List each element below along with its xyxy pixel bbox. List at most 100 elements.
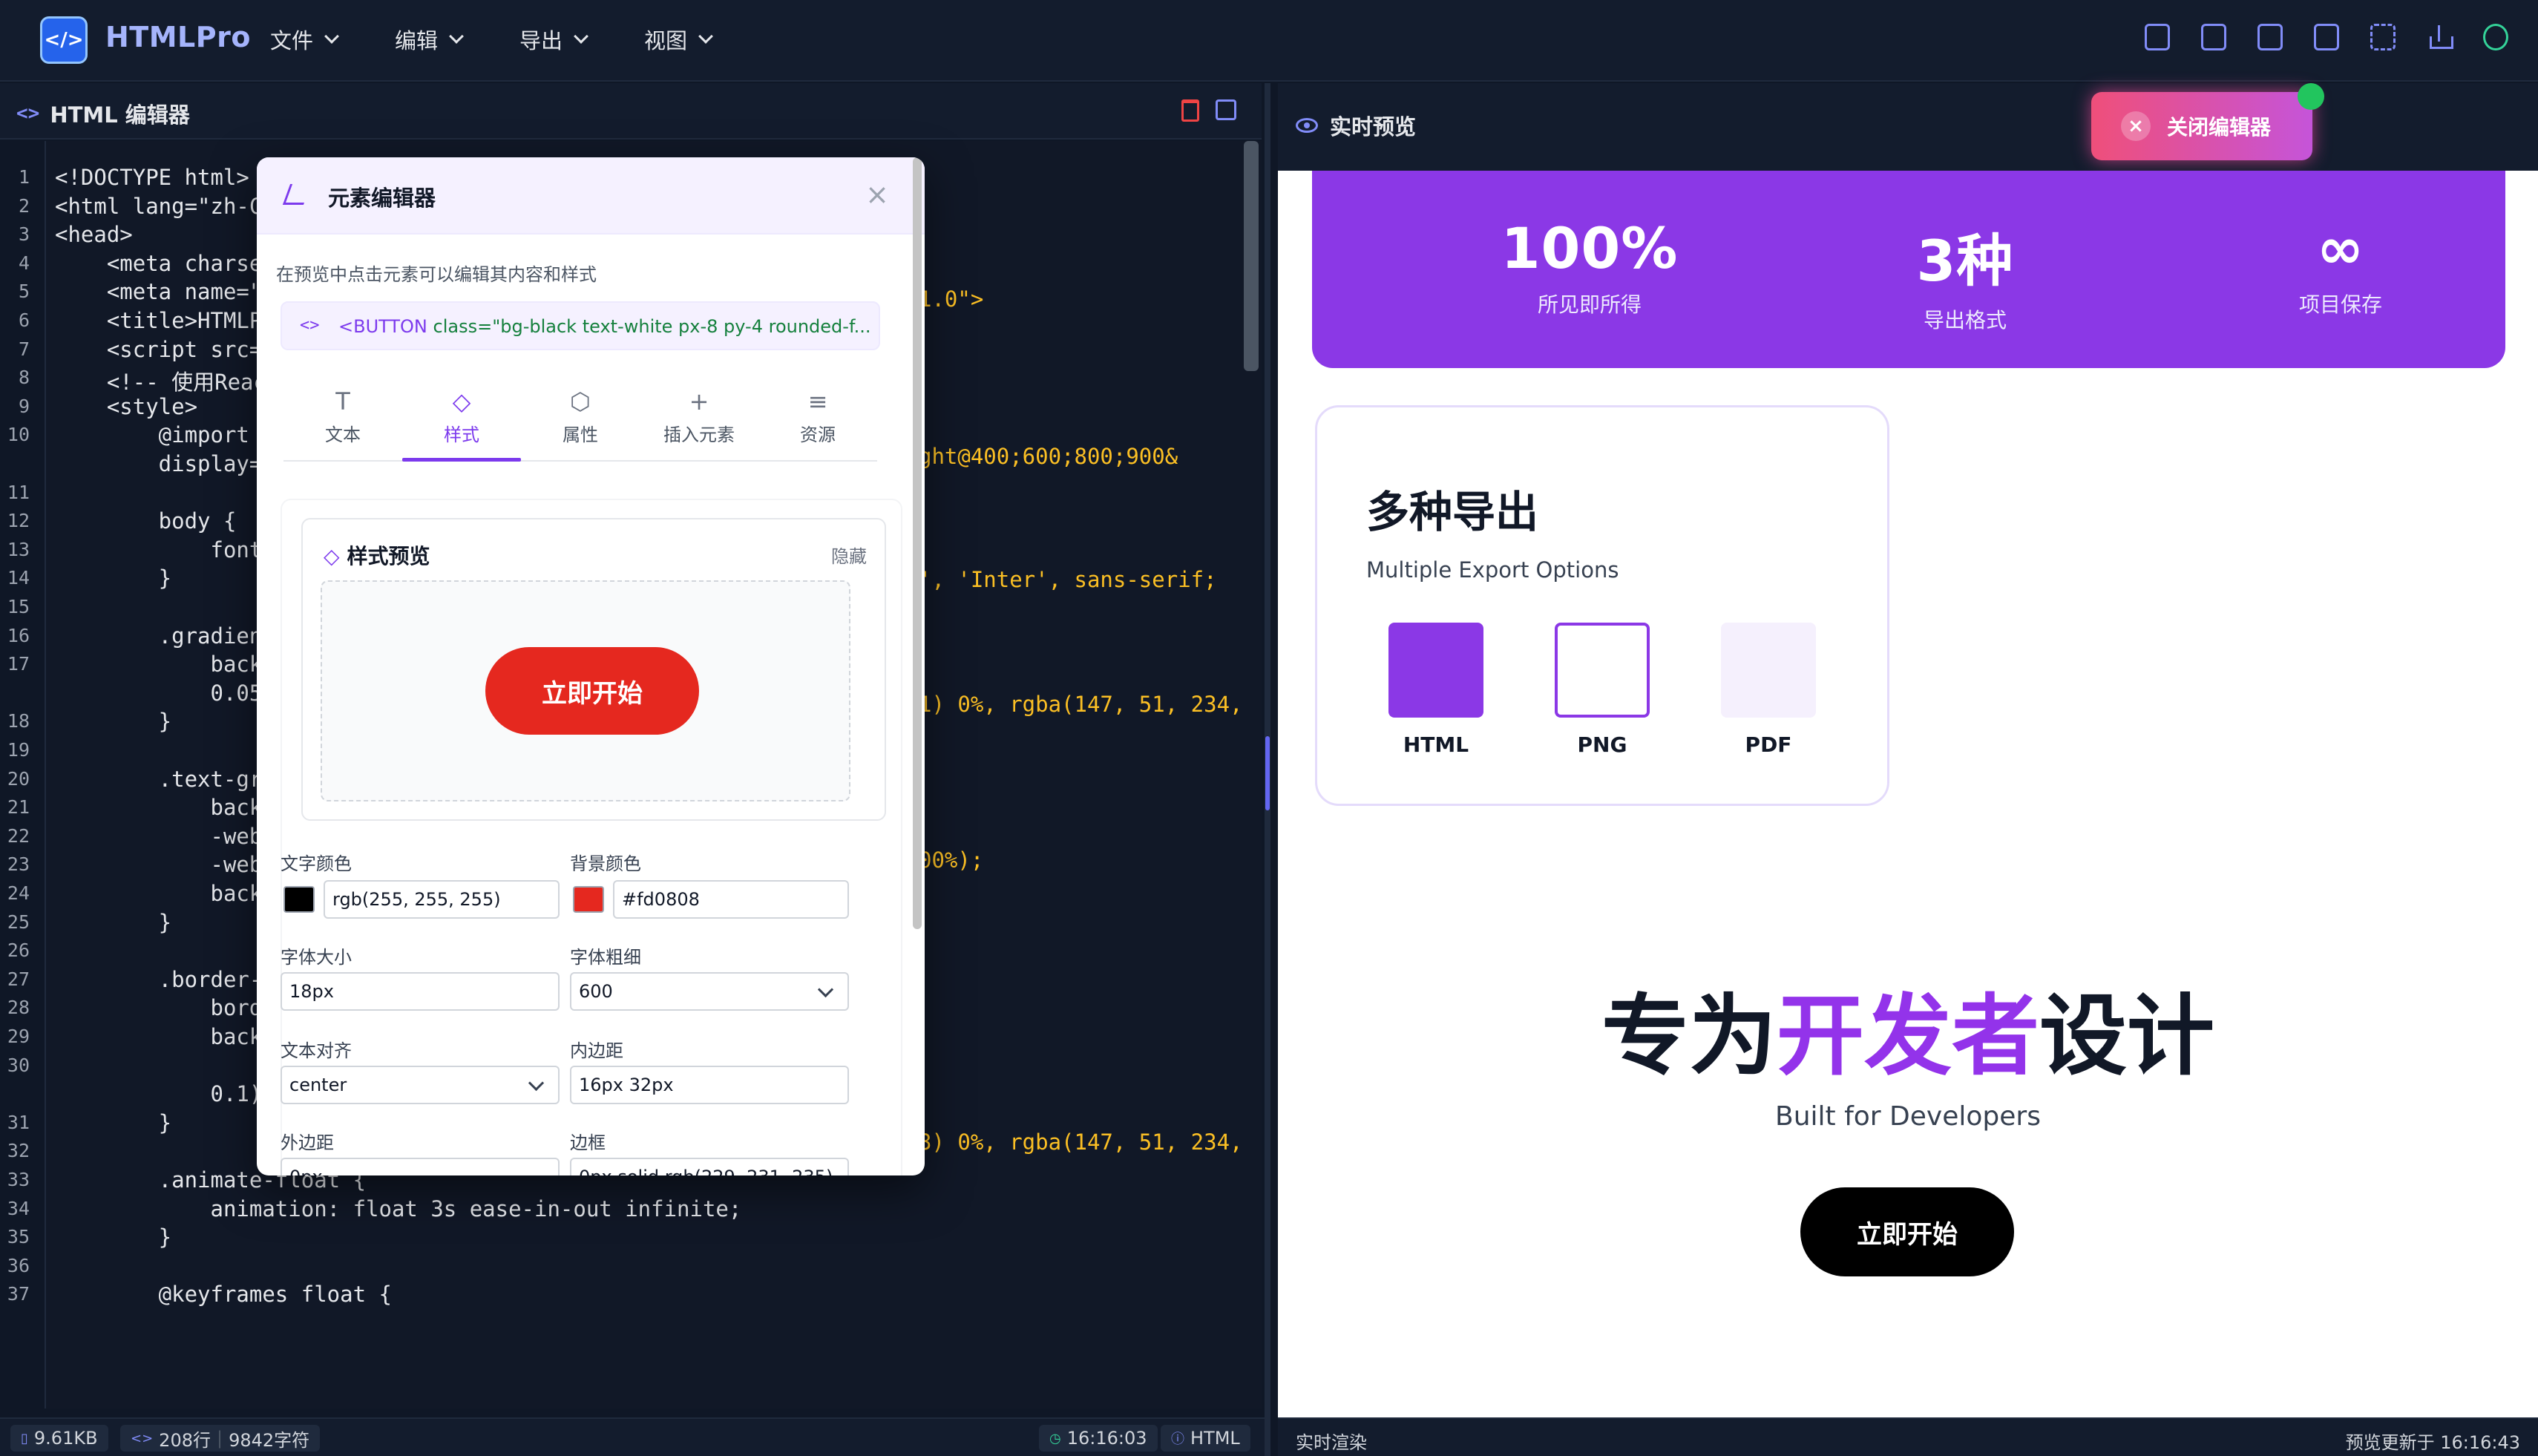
app-brand[interactable]: HTMLPro: [105, 21, 251, 53]
upload-icon[interactable]: [2427, 24, 2453, 50]
bg-color-input[interactable]: #fd0808: [613, 880, 849, 919]
export-card-subtitle[interactable]: Multiple Export Options: [1366, 557, 1619, 583]
code-icon: <>: [131, 1430, 154, 1446]
pane-divider[interactable]: [1265, 83, 1270, 1456]
tab-text[interactable]: T 文本: [283, 387, 402, 460]
stat-value: 100%: [1501, 215, 1679, 281]
text-color-input[interactable]: rgb(255, 255, 255): [324, 880, 560, 919]
file-size: 9.61KB: [33, 1428, 98, 1449]
text-align-select[interactable]: center: [281, 1066, 560, 1104]
border-input[interactable]: 0px solid rgb(229, 231, 235): [570, 1158, 849, 1175]
selected-element-breadcrumb[interactable]: <> <BUTTON class="bg-black text-white px…: [281, 301, 880, 350]
line-number: 24: [7, 882, 30, 904]
drop-icon: ◇: [324, 544, 340, 568]
chevron-down-icon: [449, 29, 464, 44]
tab-attributes[interactable]: ⬡ 属性: [521, 387, 640, 460]
stat-item[interactable]: 100% 所见即所得: [1478, 215, 1701, 318]
tab-text-label: 文本: [325, 424, 361, 445]
top-bar: </> HTMLPro 文件 编辑 导出 视图: [0, 0, 2538, 82]
stat-item[interactable]: 3种 导出格式: [1854, 215, 2076, 334]
line-number: 26: [7, 939, 30, 962]
language: HTML: [1190, 1428, 1240, 1449]
line-number: 4: [18, 252, 30, 274]
format-html[interactable]: HTML: [1388, 623, 1483, 757]
tab-resources[interactable]: ≡ 资源: [758, 387, 877, 460]
line-number: 9: [18, 395, 30, 417]
app-logo-icon[interactable]: </>: [40, 16, 88, 64]
bg-color-label: 背景颜色: [570, 853, 641, 874]
char-count: 9842字符: [229, 1429, 310, 1451]
code-line: <meta name=": [55, 279, 263, 305]
line-number: 14: [7, 567, 30, 589]
padding-input[interactable]: 16px 32px: [570, 1066, 849, 1104]
element-editor-header: 元素编辑器 ×: [257, 157, 925, 235]
text-align-value: center: [289, 1075, 347, 1095]
code-line: -web: [55, 852, 263, 878]
fullscreen-icon[interactable]: [2370, 24, 2396, 50]
line-number: 19: [7, 739, 30, 761]
export-card-title[interactable]: 多种导出: [1366, 477, 1538, 540]
panel-scrollbar[interactable]: [913, 157, 922, 929]
print-icon[interactable]: [2314, 24, 2339, 50]
font-weight-select[interactable]: 600: [570, 972, 849, 1011]
code-line: <style>: [55, 393, 198, 419]
start-now-button[interactable]: 立即开始: [1800, 1187, 2014, 1276]
time-badge: ◷ 16:16:03: [1039, 1425, 1158, 1452]
hero-title[interactable]: 专为开发者设计: [1278, 965, 2538, 1092]
editor-title-label: HTML 编辑器: [50, 102, 190, 128]
format-png-swatch: [1555, 623, 1650, 718]
code-line: animation: float 3s ease-in-out infinite…: [55, 1196, 742, 1221]
save-icon[interactable]: [2145, 24, 2170, 50]
bg-color-swatch[interactable]: [573, 886, 604, 913]
text-color-swatch[interactable]: [283, 886, 315, 913]
menu-edit[interactable]: 编辑: [395, 24, 464, 55]
menu-view[interactable]: 视图: [644, 24, 713, 55]
code-fragment: ', 'Inter', sans-serif;: [919, 567, 1217, 592]
line-number: 12: [7, 510, 30, 532]
drop-icon: ◇: [452, 387, 471, 416]
copy-icon[interactable]: [1216, 99, 1236, 120]
tab-style-label: 样式: [444, 424, 479, 445]
toolbar-icons: [2145, 24, 2508, 50]
code-line: back: [55, 1024, 263, 1049]
format-pdf[interactable]: PDF: [1721, 623, 1816, 757]
preview-start-button[interactable]: 立即开始: [485, 647, 699, 735]
stat-item[interactable]: ∞ 项目保存: [2229, 215, 2452, 318]
image-icon[interactable]: [2201, 24, 2226, 50]
menu-file[interactable]: 文件: [270, 24, 339, 55]
margin-input[interactable]: 0px: [281, 1158, 560, 1175]
stats-banner[interactable]: 100% 所见即所得 3种 导出格式 ∞ 项目保存: [1312, 171, 2505, 368]
line-number: 23: [7, 853, 30, 876]
close-icon[interactable]: ×: [865, 178, 889, 211]
chevron-down-icon: [698, 29, 713, 44]
tab-resources-label: 资源: [800, 424, 836, 445]
export-options-card[interactable]: 多种导出 Multiple Export Options HTML PNG PD…: [1315, 405, 1889, 806]
menu-export[interactable]: 导出: [519, 24, 588, 55]
line-number: 28: [7, 997, 30, 1019]
divider-handle[interactable]: [1265, 736, 1270, 810]
editor-title: <> HTML 编辑器: [16, 98, 190, 129]
trash-icon[interactable]: [1181, 99, 1199, 122]
padding-label: 内边距: [570, 1040, 623, 1061]
font-size-input[interactable]: 18px: [281, 972, 560, 1011]
code-scrollbar[interactable]: [1244, 141, 1259, 371]
line-number: 30: [7, 1054, 30, 1076]
style-preview-area: 立即开始: [321, 580, 850, 801]
format-png[interactable]: PNG: [1555, 623, 1650, 757]
file-icon[interactable]: [2257, 24, 2283, 50]
close-editor-button[interactable]: × 关闭编辑器: [2091, 92, 2312, 160]
preview-updated-time: 预览更新于 16:16:43: [2345, 1432, 2520, 1453]
tab-style[interactable]: ◇ 样式: [402, 387, 521, 462]
tab-insert-element[interactable]: + 插入元素: [640, 387, 758, 460]
code-line: @import: [55, 422, 249, 448]
hide-preview-button[interactable]: 隐藏: [831, 542, 867, 568]
hero-subtitle[interactable]: Built for Developers: [1278, 1101, 2538, 1132]
format-pdf-swatch: [1721, 623, 1816, 718]
editor-header: <> HTML 编辑器: [0, 83, 1262, 140]
code-line: <!-- 使用Reac: [55, 370, 266, 396]
style-section: ◇ 样式预览 隐藏 立即开始 文字颜色 rgb(255, 255, 255) 背景…: [281, 499, 902, 1175]
settings-icon[interactable]: [2483, 24, 2508, 50]
preview-canvas[interactable]: 100% 所见即所得 3种 导出格式 ∞ 项目保存 多种导出 Multiple …: [1278, 171, 2538, 1417]
code-line: 0.05: [55, 680, 263, 706]
style-preview-card: ◇ 样式预览 隐藏 立即开始: [301, 518, 886, 821]
